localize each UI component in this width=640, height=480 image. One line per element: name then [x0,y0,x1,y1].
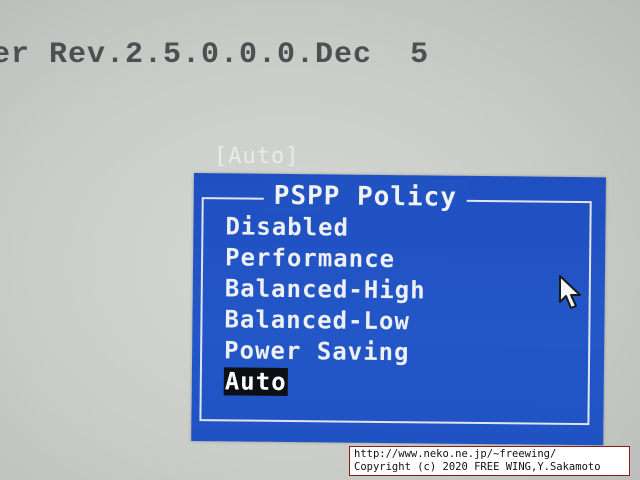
watermark-url: http://www.neko.ne.jp/~freewing/ [354,448,557,460]
option-label: Auto [223,367,288,396]
option-list: Disabled Performance Balanced-High Balan… [223,210,427,398]
pspp-policy-current-value[interactable]: [Auto] [214,144,299,169]
option-balanced-high[interactable]: Balanced-High [225,272,426,305]
option-power-saving[interactable]: Power Saving [224,334,425,367]
option-label: Balanced-High [224,274,426,305]
option-performance[interactable]: Performance [225,241,426,274]
copyright-watermark: http://www.neko.ne.jp/~freewing/ Copyrig… [349,446,630,476]
option-label: Performance [224,243,396,274]
option-label: Power Saving [223,336,410,367]
watermark-copyright: Copyright (c) 2020 FREE WING,Y.Sakamoto [354,461,601,473]
option-disabled[interactable]: Disabled [225,210,426,243]
pspp-policy-popup: PSPP Policy Disabled Performance Balance… [191,173,606,446]
mouse-pointer-icon [559,275,581,309]
option-balanced-low[interactable]: Balanced-Low [224,303,425,336]
option-auto[interactable]: Auto [223,365,425,398]
option-label: Balanced-Low [224,305,410,336]
option-label: Disabled [225,212,350,242]
bios-version-header: er Rev.2.5.0.0.0.Dec 5 [0,38,430,72]
